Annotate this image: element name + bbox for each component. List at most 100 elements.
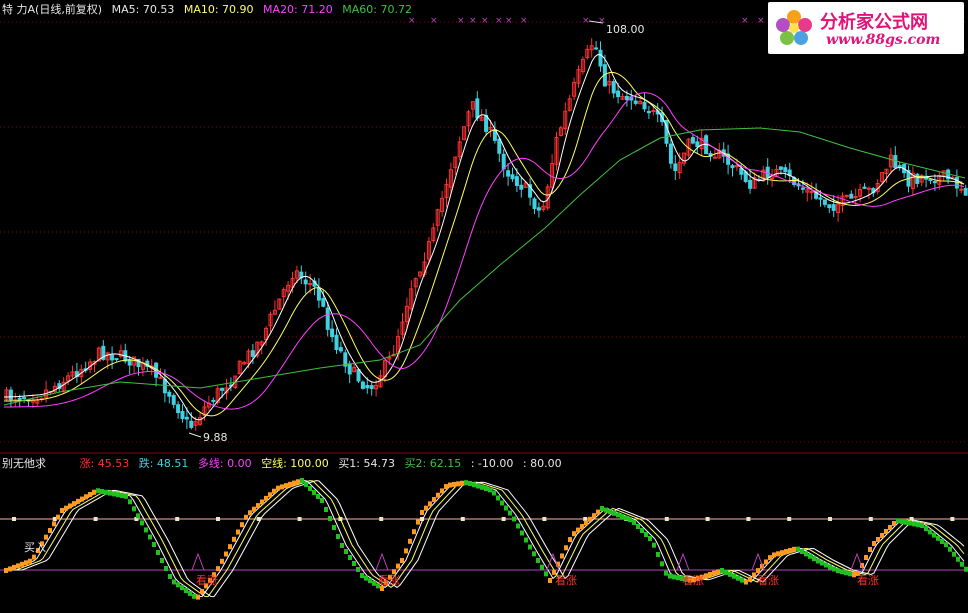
indicator-bar bbox=[600, 506, 604, 511]
buy-in-label: 买入 bbox=[24, 541, 46, 554]
chart-canvas[interactable]: × × × × × × × × × × × × 108.00 9.88 买入 看涨 看涨 看涨 看涨 看涨 看涨 bbox=[0, 0, 968, 613]
indicator-bar bbox=[940, 539, 944, 544]
indicator-bar bbox=[460, 480, 464, 486]
candle-body bbox=[651, 110, 656, 113]
candle-body bbox=[831, 204, 836, 211]
indicator-bar bbox=[464, 480, 468, 486]
candle-body bbox=[783, 167, 788, 173]
indicator-bar bbox=[672, 574, 676, 580]
indicator-bar bbox=[348, 555, 352, 560]
indicator-bar bbox=[232, 536, 236, 542]
indicator-bar bbox=[288, 481, 292, 487]
indicator-bar bbox=[328, 516, 332, 521]
indicator-bar bbox=[780, 550, 784, 556]
indicator-bar bbox=[304, 482, 308, 487]
indicator-bar bbox=[728, 571, 732, 577]
indicator-bar bbox=[764, 559, 768, 565]
indicator-bar bbox=[428, 501, 432, 507]
candle-body bbox=[778, 166, 783, 170]
indicator-bar bbox=[12, 564, 16, 570]
indicator-bar bbox=[664, 570, 668, 576]
indicator-bar bbox=[408, 538, 412, 544]
indicator-bar bbox=[668, 573, 672, 579]
candle-body bbox=[484, 114, 489, 132]
bullish-signal-label: 看涨 bbox=[555, 573, 577, 587]
indicator-bar bbox=[852, 572, 856, 578]
indicator-bar bbox=[284, 483, 288, 489]
indicator-bar bbox=[524, 537, 528, 543]
candle-body bbox=[365, 384, 370, 389]
indicator-bar bbox=[436, 492, 440, 498]
indicator-bar bbox=[712, 570, 716, 576]
indicator-bar bbox=[656, 552, 660, 557]
signal-marker: × bbox=[457, 16, 465, 26]
indicator-bar bbox=[76, 498, 80, 504]
candle-body bbox=[611, 81, 616, 94]
indicator-bar bbox=[928, 529, 932, 535]
indicator-bar bbox=[164, 566, 168, 571]
indicator-bar bbox=[648, 536, 652, 541]
candle-body bbox=[338, 347, 343, 352]
indicator-bar bbox=[320, 498, 324, 503]
indicator-bar bbox=[956, 556, 960, 562]
indicator-bar bbox=[220, 558, 224, 564]
candle-body bbox=[893, 155, 898, 169]
indicator-bar bbox=[792, 546, 796, 552]
indicator-bar bbox=[412, 529, 416, 535]
indicator-bar bbox=[32, 554, 36, 560]
indicator-bar bbox=[796, 546, 800, 552]
high-price-label: 108.00 bbox=[606, 23, 645, 36]
candle-body bbox=[849, 193, 854, 199]
indicator-bar bbox=[344, 549, 348, 554]
indicator-bar bbox=[912, 521, 916, 527]
indicator-bar bbox=[720, 568, 724, 573]
bullish-signal-label: 看涨 bbox=[682, 573, 704, 587]
indicator-bar bbox=[280, 484, 284, 490]
indicator-bar bbox=[440, 488, 444, 494]
candle-body bbox=[695, 141, 700, 148]
indicator-bar bbox=[424, 505, 428, 511]
indicator-bar bbox=[636, 524, 640, 529]
candle-body bbox=[303, 279, 308, 285]
candle-body bbox=[668, 143, 673, 164]
moving-average-lines bbox=[3, 54, 966, 421]
flower-icon bbox=[776, 10, 812, 45]
indicator-bar bbox=[936, 535, 940, 541]
indicator-bar bbox=[580, 524, 584, 529]
candle-body bbox=[167, 391, 172, 397]
indicator-bar bbox=[592, 513, 596, 519]
level-dot bbox=[12, 517, 16, 521]
indicator-bar bbox=[264, 495, 268, 501]
indicator-bar bbox=[880, 533, 884, 538]
candle-body bbox=[712, 156, 717, 159]
indicator-bar bbox=[576, 527, 580, 533]
candle-body bbox=[347, 363, 352, 375]
indicator-bar bbox=[200, 589, 204, 594]
indicator-bar bbox=[492, 490, 496, 496]
indicator-bar bbox=[80, 496, 84, 502]
candle-body bbox=[642, 101, 647, 110]
indicator-bar bbox=[256, 503, 260, 509]
indicator-bar bbox=[916, 522, 920, 528]
candle-body bbox=[369, 385, 374, 390]
indicator-bar bbox=[616, 512, 620, 518]
indicator-bar bbox=[20, 561, 24, 567]
level-dot bbox=[787, 517, 792, 521]
indicator-bar bbox=[484, 486, 488, 492]
indicator-bar bbox=[604, 507, 608, 513]
indicator-bar bbox=[948, 546, 952, 552]
candle-body bbox=[536, 207, 541, 211]
indicator-bar bbox=[60, 508, 64, 513]
indicator-bar bbox=[744, 579, 748, 585]
indicator-bar bbox=[68, 503, 72, 509]
indicator-bar bbox=[876, 537, 880, 542]
indicator-bar bbox=[244, 514, 248, 520]
level-dot bbox=[950, 517, 955, 521]
indicator-bar bbox=[448, 482, 452, 488]
candle-body bbox=[598, 49, 603, 67]
indicator-bar bbox=[776, 551, 780, 557]
indicator-bar bbox=[432, 497, 436, 503]
candle-body bbox=[633, 100, 638, 104]
signal-marker: × bbox=[430, 16, 438, 26]
candle-body bbox=[690, 137, 695, 144]
